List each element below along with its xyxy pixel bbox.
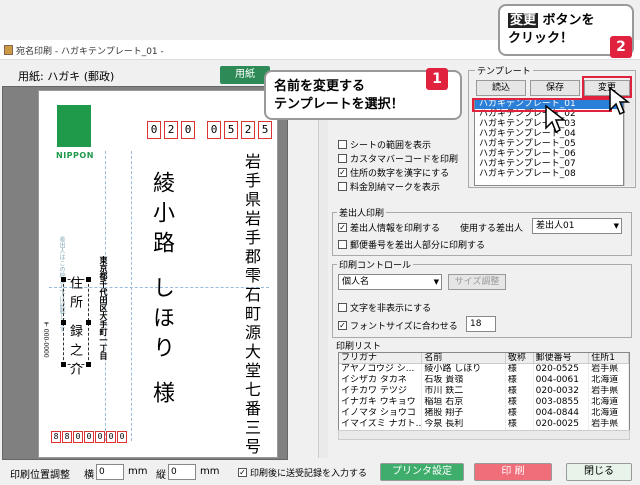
checkbox[interactable] <box>338 240 347 249</box>
position-adjust-label: 印刷位置調整 <box>10 470 70 481</box>
print-control-label: 印刷コントロール <box>337 258 414 271</box>
vertical-input[interactable]: 0 <box>168 464 196 480</box>
table-row[interactable]: イマイズミ ナガト... 今泉 長利様 020-0025 岩手県 <box>339 419 629 430</box>
checkbox-checked[interactable]: ✓ <box>338 321 347 330</box>
step2-badge: 2 <box>610 36 632 58</box>
bottom-bar: 印刷位置調整 横 0 mm 縦 0 mm ✓ 印刷後に送受記録を入力する プリンタ… <box>0 460 640 485</box>
paper-label: 用紙: ハガキ (郵政) <box>18 70 115 83</box>
template-item[interactable]: ハガキテンプレート_07 <box>475 159 623 169</box>
checkbox[interactable] <box>338 140 347 149</box>
printer-settings-button[interactable]: プリンタ設定 <box>380 463 464 481</box>
preview-scrollbar[interactable] <box>318 88 328 458</box>
logo-text: NIPPON <box>56 151 94 160</box>
zip-digit: 0 <box>147 121 161 139</box>
sender-name[interactable]: 住所 録之介 <box>65 276 84 381</box>
print-control-select[interactable]: 個人名 ▼ <box>338 274 442 290</box>
recipient-name[interactable]: 綾小路 しほり 様 <box>145 171 177 411</box>
postcard-preview: NIPPON 0 2 0 0 5 2 5 岩手県岩手郡雫石町源大堂七番三号 綾小… <box>38 90 278 458</box>
recipient-address[interactable]: 岩手県岩手郡雫石町源大堂七番三号 <box>239 153 263 457</box>
sender-zip-digit: 0 <box>95 431 105 443</box>
option-show-sheet-range[interactable]: シートの範囲を表示 <box>338 138 431 151</box>
chevron-down-icon: ▼ <box>613 222 619 230</box>
checkbox-checked[interactable]: ✓ <box>338 223 347 232</box>
use-sender-label: 使用する差出人 <box>460 224 524 234</box>
zip-digit: 0 <box>181 121 195 139</box>
print-list-label: 印刷リスト <box>336 342 382 352</box>
print-button[interactable]: 印 刷 <box>474 463 552 481</box>
print-list-table[interactable]: フリガナ 名前 敬称 郵便番号 住所1 アヤノコウジ シ... 綾小路 しほり様 0… <box>338 352 630 440</box>
template-group-label: テンプレート <box>475 64 533 77</box>
guide-line <box>131 151 132 441</box>
option-hide-text[interactable]: 文字を非表示にする <box>338 301 431 314</box>
postal-logo <box>57 105 91 147</box>
unit-label: mm <box>128 466 148 477</box>
template-item[interactable]: ハガキテンプレート_06 <box>475 149 623 159</box>
checkbox-checked[interactable]: ✓ <box>338 168 347 177</box>
app-icon <box>4 45 13 55</box>
table-row[interactable]: イシザカ タカネ 石坂 貴嶺様 004-0061 北海道 <box>339 375 629 386</box>
table-hscrollbar[interactable] <box>338 430 630 440</box>
step1-badge: 1 <box>426 68 448 90</box>
paper-button[interactable]: 用紙 <box>220 66 270 84</box>
option-kanji-numbers[interactable]: ✓ 住所の数字を漢字にする <box>338 166 449 179</box>
sender-zip: 8 8 0 0 0 0 0 <box>51 431 127 443</box>
cursor-arrow-icon <box>545 104 567 134</box>
vertical-label: 縦 <box>156 470 166 481</box>
close-button[interactable]: 閉じる <box>566 463 632 481</box>
horizontal-input[interactable]: 0 <box>96 464 124 480</box>
option-print-sender-zip[interactable]: 郵便番号を差出人部分に印刷する <box>338 238 485 251</box>
sender-select[interactable]: 差出人01 ▼ <box>532 218 622 234</box>
table-row[interactable]: イチカワ テツジ 市川 鉄二様 020-0032 岩手県 <box>339 386 629 397</box>
template-item-highlight <box>472 98 612 112</box>
sender-zip-digit: 0 <box>84 431 94 443</box>
chevron-down-icon: ▼ <box>433 278 439 286</box>
cursor-arrow-icon <box>609 86 631 116</box>
checkbox[interactable] <box>338 303 347 312</box>
checkbox-checked[interactable]: ✓ <box>238 468 247 477</box>
zip-digit: 2 <box>241 121 255 139</box>
resize-handle[interactable] <box>86 362 91 367</box>
option-print-sender[interactable]: ✓ 差出人情報を印刷する <box>338 221 440 234</box>
zip-digit: 2 <box>164 121 178 139</box>
sender-group-label: 差出人印刷 <box>337 206 387 219</box>
sender-zip-digit: 0 <box>106 431 116 443</box>
sender-zip-digit: 8 <box>62 431 72 443</box>
sender-zip-digit: 8 <box>51 431 61 443</box>
table-row[interactable]: イナガキ ウキョウ 稲垣 右京様 003-0855 北海道 <box>339 397 629 408</box>
size-adjust-button[interactable]: サイズ調整 <box>448 274 506 290</box>
sender-address[interactable]: 東京都千代田区大手町一丁目 <box>99 256 110 360</box>
checkbox[interactable] <box>338 154 347 163</box>
load-button[interactable]: 読込 <box>476 80 526 96</box>
resize-handle[interactable] <box>86 277 91 282</box>
checkbox[interactable] <box>338 182 347 191</box>
table-header: フリガナ 名前 敬称 郵便番号 住所1 <box>339 353 629 364</box>
zip-digit: 5 <box>224 121 238 139</box>
zip-digit: 5 <box>258 121 272 139</box>
horizontal-label: 横 <box>84 470 94 481</box>
template-item[interactable]: ハガキテンプレート_08 <box>475 169 623 179</box>
sender-zip-digit: 0 <box>73 431 83 443</box>
zip-digit: 0 <box>207 121 221 139</box>
option-show-postage[interactable]: 料金別納マークを表示 <box>338 180 440 193</box>
save-button[interactable]: 保存 <box>530 80 580 96</box>
font-size-input[interactable]: 18 <box>466 316 496 332</box>
recipient-zip: 0 2 0 0 5 2 5 <box>147 121 272 139</box>
option-record-send[interactable]: ✓ 印刷後に送受記録を入力する <box>238 466 367 479</box>
option-fit-font[interactable]: ✓ フォントサイズに合わせる <box>338 319 458 332</box>
resize-handle[interactable] <box>86 320 91 325</box>
table-row[interactable]: イノマタ ショウコ 猪股 翔子様 004-0844 北海道 <box>339 408 629 419</box>
sender-zip-vertical: 〒 000-0000 <box>42 321 49 358</box>
sender-zip-digit: 0 <box>117 431 127 443</box>
template-item[interactable]: ハガキテンプレート_05 <box>475 139 623 149</box>
option-print-barcode[interactable]: カスタマバーコードを印刷 <box>338 152 458 165</box>
table-row[interactable]: アヤノコウジ シ... 綾小路 しほり様 020-0525 岩手県 <box>339 364 629 375</box>
unit-label: mm <box>200 466 220 477</box>
window-title: 宛名印刷 - ハガキテンプレート_01 - <box>16 47 164 57</box>
